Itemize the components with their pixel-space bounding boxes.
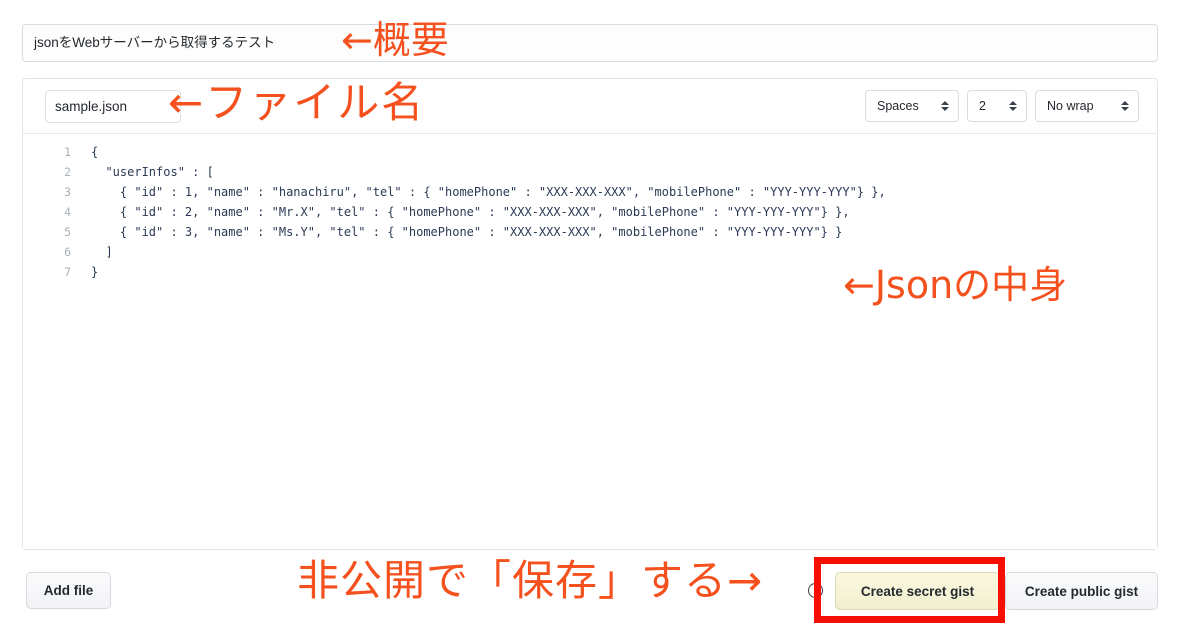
gist-visibility-radio[interactable] <box>808 583 823 598</box>
create-public-gist-button[interactable]: Create public gist <box>1005 572 1158 610</box>
create-public-gist-label: Create public gist <box>1024 583 1139 599</box>
filename-input[interactable]: sample.json <box>45 90 181 123</box>
annotation-overview: ←概要 <box>341 18 449 62</box>
code-line-text: ] <box>91 245 113 259</box>
code-line: 6 ] <box>23 242 1157 262</box>
code-line-number: 6 <box>64 245 71 259</box>
code-line: 3 { "id" : 1, "name" : "hanachiru", "tel… <box>23 182 1157 202</box>
wrap-mode-select[interactable]: No wrap <box>1035 90 1139 122</box>
code-line-number: 2 <box>64 165 71 179</box>
chevron-updown-icon <box>1120 98 1129 114</box>
code-line: 5 { "id" : 3, "name" : "Ms.Y", "tel" : {… <box>23 222 1157 242</box>
indent-size-select[interactable]: 2 <box>967 90 1027 122</box>
add-file-button[interactable]: Add file <box>26 572 111 609</box>
editor-options-group: Spaces 2 No wrap <box>865 90 1139 122</box>
indent-mode-value: Spaces <box>877 99 919 113</box>
indent-size-value: 2 <box>979 99 986 113</box>
code-line-text: { "id" : 2, "name" : "Mr.X", "tel" : { "… <box>91 205 850 219</box>
code-line-number: 4 <box>64 205 71 219</box>
chevron-updown-icon <box>1008 98 1017 114</box>
gist-description-value: jsonをWebサーバーから取得するテスト <box>34 35 276 51</box>
create-secret-gist-label: Create secret gist <box>860 583 975 599</box>
annotation-filename: ←ファイル名 <box>168 78 426 127</box>
code-line: 2 "userInfos" : [ <box>23 162 1157 182</box>
code-line-list: 1{2 "userInfos" : [3 { "id" : 1, "name" … <box>23 134 1157 282</box>
code-line-number: 7 <box>64 265 71 279</box>
code-line-number: 5 <box>64 225 71 239</box>
gist-file-container: sample.json Spaces 2 No wrap 1{2 "userIn… <box>22 78 1158 550</box>
code-line: 4 { "id" : 2, "name" : "Mr.X", "tel" : {… <box>23 202 1157 222</box>
add-file-label: Add file <box>43 583 94 598</box>
create-secret-gist-button[interactable]: Create secret gist <box>835 572 1000 610</box>
wrap-mode-value: No wrap <box>1047 99 1094 113</box>
indent-mode-select[interactable]: Spaces <box>865 90 959 122</box>
code-line-text: { "id" : 3, "name" : "Ms.Y", "tel" : { "… <box>91 225 843 239</box>
code-line-number: 1 <box>64 145 71 159</box>
code-editor[interactable]: 1{2 "userInfos" : [3 { "id" : 1, "name" … <box>23 134 1157 549</box>
annotation-json-body: ←Jsonの中身 <box>843 263 1068 307</box>
chevron-updown-icon <box>940 98 949 114</box>
filename-value: sample.json <box>55 99 128 114</box>
code-line-text: { "id" : 1, "name" : "hanachiru", "tel" … <box>91 185 886 199</box>
code-line-text: } <box>91 265 99 279</box>
code-line-text: "userInfos" : [ <box>91 165 214 179</box>
annotation-save-secret: 非公開で「保存」する→ <box>297 556 764 605</box>
gist-description-input[interactable]: jsonをWebサーバーから取得するテスト <box>22 24 1158 62</box>
code-line: 1{ <box>23 142 1157 162</box>
code-line-number: 3 <box>64 185 71 199</box>
code-line-text: { <box>91 145 99 159</box>
